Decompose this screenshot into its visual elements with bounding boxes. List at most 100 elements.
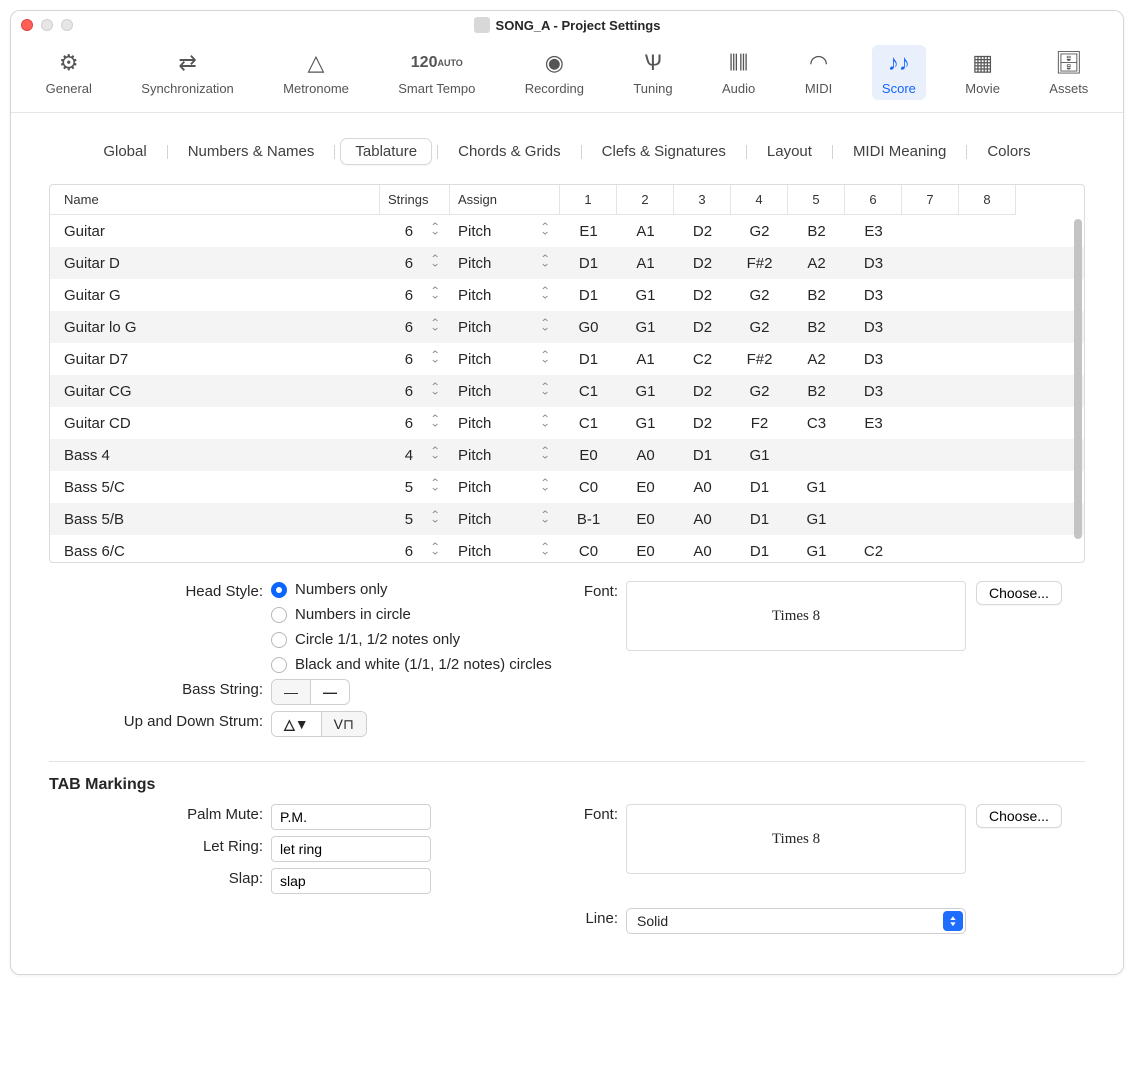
- cell-assign[interactable]: Pitch: [450, 511, 560, 528]
- cell-string-6[interactable]: D3: [845, 319, 902, 336]
- table-row[interactable]: Guitar D6PitchD1A1D2F#2A2D3: [50, 247, 1084, 279]
- stepper-icon[interactable]: [430, 511, 442, 523]
- cell-string-2[interactable]: A1: [617, 351, 674, 368]
- col-5[interactable]: 5: [788, 185, 845, 215]
- minimize-window-icon[interactable]: [41, 19, 53, 31]
- cell-string-4[interactable]: F2: [731, 415, 788, 432]
- line-select[interactable]: Solid: [626, 908, 966, 934]
- cell-string-2[interactable]: E0: [617, 543, 674, 560]
- cell-string-2[interactable]: G1: [617, 287, 674, 304]
- cell-string-1[interactable]: E0: [560, 447, 617, 464]
- cell-string-3[interactable]: A0: [674, 543, 731, 560]
- subtab-midi-meaning[interactable]: MIDI Meaning: [839, 139, 960, 164]
- stepper-icon[interactable]: [430, 223, 442, 235]
- tm-choose-font-button[interactable]: Choose...: [976, 804, 1062, 828]
- table-row[interactable]: Guitar6PitchE1A1D2G2B2E3: [50, 215, 1084, 247]
- col-1[interactable]: 1: [560, 185, 617, 215]
- cell-string-1[interactable]: C1: [560, 415, 617, 432]
- cell-string-3[interactable]: A0: [674, 479, 731, 496]
- cell-string-6[interactable]: D3: [845, 255, 902, 272]
- cell-string-5[interactable]: G1: [788, 511, 845, 528]
- cell-string-3[interactable]: C2: [674, 351, 731, 368]
- cell-string-2[interactable]: G1: [617, 319, 674, 336]
- cell-assign[interactable]: Pitch: [450, 415, 560, 432]
- subtab-clefs-signatures[interactable]: Clefs & Signatures: [588, 139, 740, 164]
- cell-strings[interactable]: 6: [380, 351, 450, 368]
- choose-font-button[interactable]: Choose...: [976, 581, 1062, 605]
- cell-string-5[interactable]: B2: [788, 287, 845, 304]
- head-style-option[interactable]: Circle 1/1, 1/2 notes only: [271, 631, 552, 648]
- subtab-chords-grids[interactable]: Chords & Grids: [444, 139, 575, 164]
- cell-string-5[interactable]: B2: [788, 223, 845, 240]
- head-style-option[interactable]: Numbers in circle: [271, 606, 552, 623]
- stepper-icon[interactable]: [540, 223, 552, 235]
- cell-string-1[interactable]: C0: [560, 479, 617, 496]
- col-3[interactable]: 3: [674, 185, 731, 215]
- cell-string-2[interactable]: G1: [617, 383, 674, 400]
- cell-strings[interactable]: 6: [380, 287, 450, 304]
- col-name[interactable]: Name: [50, 185, 380, 215]
- table-row[interactable]: Bass 44PitchE0A0D1G1: [50, 439, 1084, 471]
- cell-assign[interactable]: Pitch: [450, 223, 560, 240]
- cell-string-6[interactable]: D3: [845, 351, 902, 368]
- cell-string-3[interactable]: A0: [674, 511, 731, 528]
- cell-name[interactable]: Guitar D: [50, 255, 380, 272]
- col-7[interactable]: 7: [902, 185, 959, 215]
- cell-name[interactable]: Guitar: [50, 223, 380, 240]
- stepper-icon[interactable]: [540, 415, 552, 427]
- subtab-colors[interactable]: Colors: [973, 139, 1044, 164]
- cell-string-4[interactable]: G2: [731, 383, 788, 400]
- cell-string-2[interactable]: A1: [617, 223, 674, 240]
- cell-string-4[interactable]: G2: [731, 223, 788, 240]
- cell-strings[interactable]: 6: [380, 223, 450, 240]
- bass-string-thick-icon[interactable]: —: [311, 680, 349, 704]
- stepper-icon[interactable]: [540, 383, 552, 395]
- subtab-numbers-names[interactable]: Numbers & Names: [174, 139, 329, 164]
- cell-string-2[interactable]: G1: [617, 415, 674, 432]
- stepper-icon[interactable]: [540, 255, 552, 267]
- stepper-icon[interactable]: [540, 351, 552, 363]
- bass-string-toggle[interactable]: — —: [271, 679, 350, 705]
- stepper-icon[interactable]: [540, 479, 552, 491]
- toolbar-score[interactable]: ♪♪ Score: [872, 45, 926, 100]
- subtab-global[interactable]: Global: [89, 139, 160, 164]
- stepper-icon[interactable]: [430, 415, 442, 427]
- cell-string-5[interactable]: A2: [788, 351, 845, 368]
- table-row[interactable]: Bass 6/C6PitchC0E0A0D1G1C2: [50, 535, 1084, 563]
- cell-assign[interactable]: Pitch: [450, 287, 560, 304]
- cell-string-2[interactable]: A1: [617, 255, 674, 272]
- subtab-tablature[interactable]: Tablature: [341, 139, 431, 164]
- palm-mute-input[interactable]: [271, 804, 431, 830]
- cell-strings[interactable]: 6: [380, 319, 450, 336]
- cell-string-1[interactable]: D1: [560, 255, 617, 272]
- col-strings[interactable]: Strings: [380, 185, 450, 215]
- col-8[interactable]: 8: [959, 185, 1016, 215]
- cell-string-6[interactable]: D3: [845, 383, 902, 400]
- scrollbar[interactable]: [1070, 217, 1084, 556]
- toolbar-smart-tempo[interactable]: 120AUTO Smart Tempo: [388, 45, 485, 100]
- table-row[interactable]: Bass 5/B5PitchB-1E0A0D1G1: [50, 503, 1084, 535]
- cell-name[interactable]: Bass 5/C: [50, 479, 380, 496]
- let-ring-input[interactable]: [271, 836, 431, 862]
- cell-strings[interactable]: 5: [380, 511, 450, 528]
- cell-name[interactable]: Guitar G: [50, 287, 380, 304]
- cell-string-6[interactable]: D3: [845, 287, 902, 304]
- table-row[interactable]: Guitar CD6PitchC1G1D2F2C3E3: [50, 407, 1084, 439]
- cell-strings[interactable]: 6: [380, 415, 450, 432]
- stepper-icon[interactable]: [540, 511, 552, 523]
- cell-string-6[interactable]: E3: [845, 415, 902, 432]
- cell-string-4[interactable]: D1: [731, 511, 788, 528]
- cell-assign[interactable]: Pitch: [450, 383, 560, 400]
- cell-strings[interactable]: 6: [380, 255, 450, 272]
- strum-style-a-icon[interactable]: △▼: [272, 712, 322, 736]
- bass-string-thin-icon[interactable]: —: [272, 680, 311, 704]
- cell-string-6[interactable]: C2: [845, 543, 902, 560]
- stepper-icon[interactable]: [430, 383, 442, 395]
- stepper-icon[interactable]: [430, 319, 442, 331]
- cell-name[interactable]: Guitar CD: [50, 415, 380, 432]
- col-assign[interactable]: Assign: [450, 185, 560, 215]
- cell-name[interactable]: Bass 5/B: [50, 511, 380, 528]
- stepper-icon[interactable]: [540, 447, 552, 459]
- cell-string-3[interactable]: D2: [674, 415, 731, 432]
- head-style-option[interactable]: Numbers only: [271, 581, 552, 598]
